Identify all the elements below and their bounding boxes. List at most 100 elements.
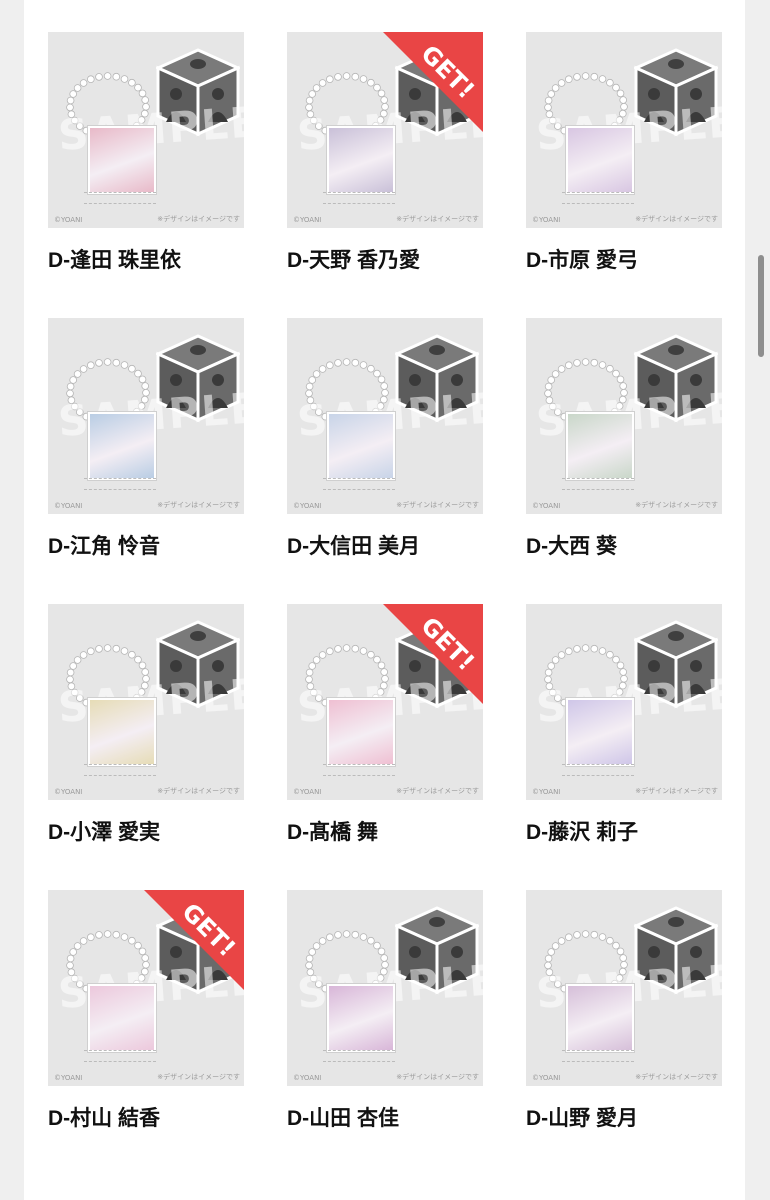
- design-note: ※デザインはイメージです: [157, 501, 240, 509]
- chain-bead: [103, 72, 112, 80]
- product-name[interactable]: D-逢田 珠里依: [48, 244, 181, 274]
- acrylic-stand-base: [323, 764, 395, 776]
- acrylic-stand-base: [562, 1050, 634, 1062]
- chain-bead: [86, 75, 95, 83]
- chain-bead: [359, 361, 368, 369]
- chain-bead: [367, 650, 375, 659]
- chain-bead: [86, 647, 95, 655]
- chain-bead: [612, 83, 620, 92]
- product-name[interactable]: D-天野 香乃愛: [287, 244, 420, 274]
- product-name[interactable]: D-髙橋 舞: [287, 816, 378, 846]
- product-image[interactable]: SAMPLE ©YOANI ※デザインはイメージです: [526, 604, 722, 800]
- chain-bead: [557, 79, 566, 87]
- product-image[interactable]: SAMPLE ©YOANI ※デザインはイメージです: [526, 890, 722, 1086]
- product-name[interactable]: D-村山 結香: [48, 1102, 160, 1132]
- chain-bead: [547, 90, 555, 98]
- chain-bead: [551, 84, 560, 92]
- design-note: ※デザインはイメージです: [635, 501, 718, 509]
- chain-bead: [86, 361, 95, 369]
- product-card[interactable]: SAMPLE ©YOANI ※デザインはイメージです GET! D-髙橋 舞: [287, 604, 483, 890]
- product-image[interactable]: SAMPLE ©YOANI ※デザインはイメージです: [48, 604, 244, 800]
- member-photo: [327, 984, 395, 1052]
- member-photo: [88, 412, 156, 480]
- member-photo: [566, 412, 634, 480]
- chain-bead: [325, 361, 334, 369]
- chain-bead: [73, 84, 82, 92]
- product-name[interactable]: D-市原 愛弓: [526, 244, 638, 274]
- product-image[interactable]: SAMPLE ©YOANI ※デザインはイメージです: [287, 890, 483, 1086]
- chain-bead: [305, 96, 314, 105]
- chain-bead: [564, 647, 573, 655]
- chain-bead: [342, 930, 351, 938]
- chain-bead: [351, 72, 360, 81]
- product-card[interactable]: SAMPLE ©YOANI ※デザインはイメージです D-山田 杏佳: [287, 890, 483, 1176]
- chain-bead: [305, 954, 314, 963]
- product-name[interactable]: D-小澤 愛実: [48, 816, 160, 846]
- design-note: ※デザインはイメージです: [635, 215, 718, 223]
- chain-bead: [103, 358, 112, 366]
- product-image[interactable]: SAMPLE ©YOANI ※デザインはイメージです: [48, 32, 244, 228]
- chain-bead: [581, 72, 590, 80]
- acrylic-stand-base: [84, 1050, 156, 1062]
- acrylic-stand-base: [562, 478, 634, 490]
- product-card[interactable]: SAMPLE ©YOANI ※デザインはイメージです D-山野 愛月: [526, 890, 722, 1176]
- product-card[interactable]: SAMPLE ©YOANI ※デザインはイメージです D-市原 愛弓: [526, 32, 722, 318]
- product-card[interactable]: SAMPLE ©YOANI ※デザインはイメージです GET! D-天野 香乃愛: [287, 32, 483, 318]
- copyright-text: ©YOANI: [293, 502, 322, 510]
- product-image[interactable]: SAMPLE ©YOANI ※デザインはイメージです: [526, 32, 722, 228]
- product-image[interactable]: SAMPLE ©YOANI ※デザインはイメージです: [526, 318, 722, 514]
- chain-bead: [373, 941, 381, 950]
- chain-bead: [112, 358, 121, 367]
- product-card[interactable]: SAMPLE ©YOANI ※デザインはイメージです D-小澤 愛実: [48, 604, 244, 890]
- chain-bead: [373, 655, 381, 664]
- acrylic-stand-base: [562, 192, 634, 204]
- chain-bead: [612, 655, 620, 664]
- member-photo: [88, 984, 156, 1052]
- chain-bead: [79, 651, 88, 659]
- product-name[interactable]: D-山野 愛月: [526, 1102, 638, 1132]
- product-card[interactable]: SAMPLE ©YOANI ※デザインはイメージです D-大西 葵: [526, 318, 722, 604]
- chain-bead: [134, 369, 142, 378]
- copyright-text: ©YOANI: [54, 788, 83, 796]
- chain-bead: [367, 364, 375, 373]
- product-image[interactable]: SAMPLE ©YOANI ※デザインはイメージです: [48, 318, 244, 514]
- product-card[interactable]: SAMPLE ©YOANI ※デザインはイメージです D-大信田 美月: [287, 318, 483, 604]
- chain-bead: [581, 930, 590, 938]
- chain-bead: [551, 942, 560, 950]
- chain-bead: [305, 382, 314, 391]
- member-photo: [327, 412, 395, 480]
- chain-bead: [547, 376, 555, 384]
- chain-bead: [69, 90, 77, 98]
- design-note: ※デザインはイメージです: [157, 787, 240, 795]
- chain-bead: [606, 650, 614, 659]
- scrollbar-thumb[interactable]: [758, 255, 764, 357]
- product-image[interactable]: SAMPLE ©YOANI ※デザインはイメージです GET!: [48, 890, 244, 1086]
- chain-bead: [557, 937, 566, 945]
- product-card[interactable]: SAMPLE ©YOANI ※デザインはイメージです GET! D-村山 結香: [48, 890, 244, 1176]
- product-image[interactable]: SAMPLE ©YOANI ※デザインはイメージです: [287, 318, 483, 514]
- product-name[interactable]: D-大信田 美月: [287, 530, 420, 560]
- product-name[interactable]: D-藤沢 莉子: [526, 816, 638, 846]
- chain-bead: [564, 933, 573, 941]
- chain-bead: [112, 930, 121, 939]
- product-card[interactable]: SAMPLE ©YOANI ※デザインはイメージです D-藤沢 莉子: [526, 604, 722, 890]
- design-note: ※デザインはイメージです: [635, 787, 718, 795]
- design-note: ※デザインはイメージです: [396, 1073, 479, 1081]
- product-card[interactable]: SAMPLE ©YOANI ※デザインはイメージです D-江角 怜音: [48, 318, 244, 604]
- chain-bead: [128, 936, 136, 945]
- chain-bead: [598, 75, 607, 83]
- design-note: ※デザインはイメージです: [396, 501, 479, 509]
- chain-bead: [120, 933, 129, 941]
- chain-bead: [120, 75, 129, 83]
- chain-bead: [79, 79, 88, 87]
- chain-bead: [138, 89, 147, 98]
- product-name[interactable]: D-江角 怜音: [48, 530, 160, 560]
- chain-bead: [308, 90, 316, 98]
- product-name[interactable]: D-山田 杏佳: [287, 1102, 399, 1132]
- product-name[interactable]: D-大西 葵: [526, 530, 617, 560]
- product-card[interactable]: SAMPLE ©YOANI ※デザインはイメージです D-逢田 珠里依: [48, 32, 244, 318]
- chain-bead: [590, 358, 599, 367]
- product-image[interactable]: SAMPLE ©YOANI ※デザインはイメージです GET!: [287, 32, 483, 228]
- product-image[interactable]: SAMPLE ©YOANI ※デザインはイメージです GET!: [287, 604, 483, 800]
- chain-bead: [619, 382, 627, 390]
